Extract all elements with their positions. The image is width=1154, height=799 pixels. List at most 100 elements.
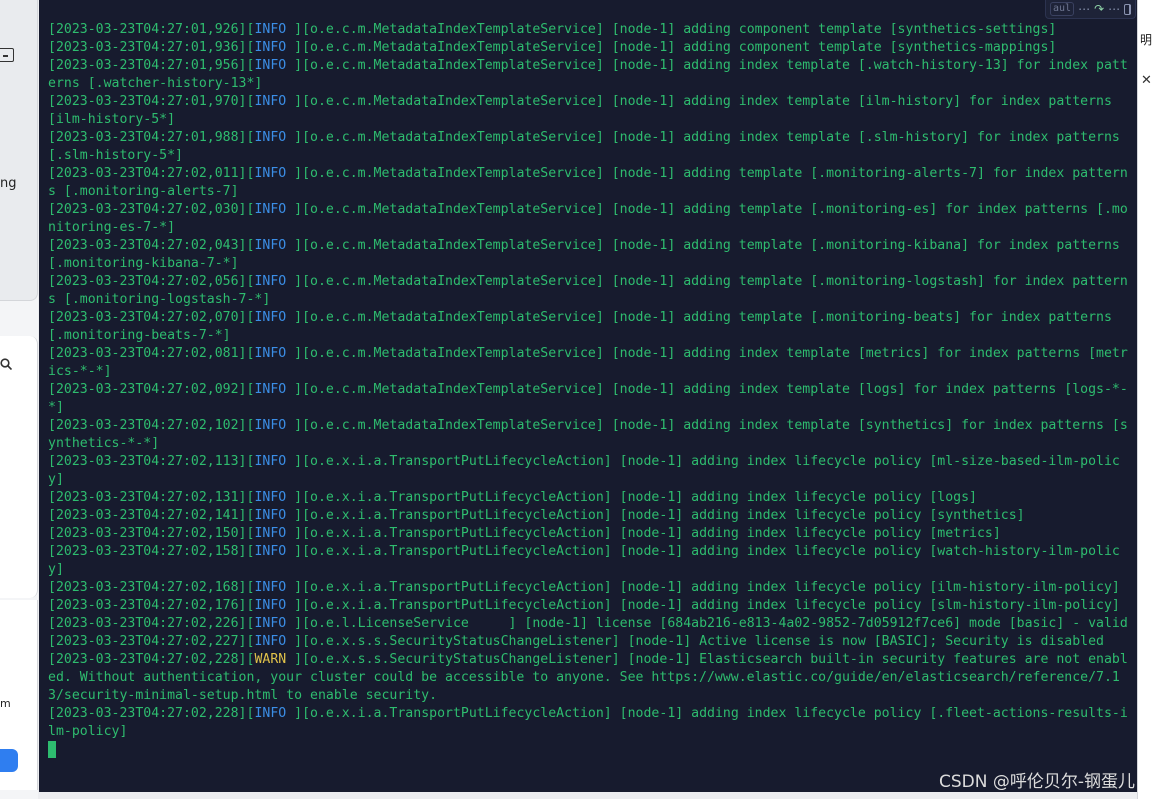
log-timestamp: [2023-03-23T04:27:02,056]	[48, 274, 247, 289]
log-level: INFO	[254, 526, 295, 541]
share-icon[interactable]: ↷	[1094, 3, 1104, 15]
log-timestamp: [2023-03-23T04:27:02,092]	[48, 382, 247, 397]
log-level: INFO	[254, 130, 295, 145]
log-line: [2023-03-23T04:27:01,970][INFO ][o.e.c.m…	[48, 94, 1120, 127]
log-timestamp: [2023-03-23T04:27:02,043]	[48, 238, 247, 253]
search-icon[interactable]	[0, 358, 12, 370]
log-level: INFO	[254, 310, 295, 325]
log-level: INFO	[254, 58, 295, 73]
log-level: INFO	[254, 418, 295, 433]
menu-icon[interactable]: ⋯	[1078, 3, 1090, 15]
right-app-strip	[1137, 0, 1154, 799]
log-message: ][o.e.l.LicenseService ] [node-1] licens…	[294, 616, 1128, 631]
log-message: ][o.e.x.i.a.TransportPutLifecycleAction]…	[294, 526, 1001, 541]
log-line: [2023-03-23T04:27:02,102][INFO ][o.e.c.m…	[48, 418, 1128, 451]
left-panel-top: ng	[0, 0, 38, 301]
log-timestamp: [2023-03-23T04:27:02,176]	[48, 598, 247, 613]
log-line: [2023-03-23T04:27:01,956][INFO ][o.e.c.m…	[48, 58, 1128, 91]
log-level: INFO	[254, 706, 295, 721]
log-timestamp: [2023-03-23T04:27:01,970]	[48, 94, 247, 109]
log-line: [2023-03-23T04:27:02,228][INFO ][o.e.x.i…	[48, 706, 1128, 739]
log-timestamp: [2023-03-23T04:27:02,131]	[48, 490, 247, 505]
log-line: [2023-03-23T04:27:02,081][INFO ][o.e.c.m…	[48, 346, 1128, 379]
log-timestamp: [2023-03-23T04:27:01,926]	[48, 22, 247, 37]
log-level: INFO	[254, 274, 295, 289]
log-level: INFO	[254, 40, 295, 55]
log-line: [2023-03-23T04:27:02,043][INFO ][o.e.c.m…	[48, 238, 1128, 271]
log-level: INFO	[254, 598, 295, 613]
log-message: ][o.e.c.m.MetadataIndexTemplateService] …	[294, 40, 1057, 55]
log-timestamp: [2023-03-23T04:27:02,030]	[48, 202, 247, 217]
terminal-output: [2023-03-23T04:27:01,926][INFO ][o.e.c.m…	[48, 21, 1134, 759]
log-timestamp: [2023-03-23T04:27:02,158]	[48, 544, 247, 559]
log-level: INFO	[254, 202, 295, 217]
close-icon[interactable]: ✕	[1141, 73, 1152, 88]
terminal-toolbar: aul ⋯ ↷ ⋯	[1045, 0, 1136, 19]
log-timestamp: [2023-03-23T04:27:02,141]	[48, 508, 247, 523]
log-line: [2023-03-23T04:27:02,150][INFO ][o.e.x.i…	[48, 526, 1001, 541]
terminal-window[interactable]: [2023-03-23T04:27:01,926][INFO ][o.e.c.m…	[39, 0, 1137, 792]
log-level: INFO	[254, 490, 295, 505]
log-timestamp: [2023-03-23T04:27:02,150]	[48, 526, 247, 541]
log-timestamp: [2023-03-23T04:27:02,102]	[48, 418, 247, 433]
log-level: INFO	[254, 382, 295, 397]
log-line: [2023-03-23T04:27:02,228][WARN ][o.e.x.s…	[48, 652, 1128, 703]
log-timestamp: [2023-03-23T04:27:02,228]	[48, 706, 247, 721]
log-level: INFO	[254, 544, 295, 559]
log-line: [2023-03-23T04:27:02,176][INFO ][o.e.x.i…	[48, 598, 1120, 613]
log-line: [2023-03-23T04:27:02,092][INFO ][o.e.c.m…	[48, 382, 1128, 415]
log-line: [2023-03-23T04:27:02,226][INFO ][o.e.l.L…	[48, 616, 1128, 631]
log-timestamp: [2023-03-23T04:27:02,227]	[48, 634, 247, 649]
log-timestamp: [2023-03-23T04:27:02,070]	[48, 310, 247, 325]
log-level: INFO	[254, 454, 295, 469]
log-level: INFO	[254, 580, 295, 595]
right-panel-fragment-text: 明	[1140, 33, 1153, 47]
log-message: ][o.e.x.i.a.TransportPutLifecycleAction]…	[294, 508, 1025, 523]
log-timestamp: [2023-03-23T04:27:01,988]	[48, 130, 247, 145]
log-timestamp: [2023-03-23T04:27:01,956]	[48, 58, 247, 73]
log-line: [2023-03-23T04:27:01,936][INFO ][o.e.c.m…	[48, 40, 1057, 55]
left-app-strip: ng m	[0, 0, 38, 799]
log-message: ][o.e.x.i.a.TransportPutLifecycleAction]…	[294, 580, 1120, 595]
watermark: CSDN @呼伦贝尔-钢蛋儿	[938, 772, 1135, 792]
left-action-button[interactable]	[0, 749, 18, 772]
log-line: [2023-03-23T04:27:02,113][INFO ][o.e.x.i…	[48, 454, 1120, 487]
toolbar-label[interactable]: aul	[1050, 2, 1075, 16]
more-icon[interactable]: ⋯	[1108, 3, 1120, 15]
log-line: [2023-03-23T04:27:02,131][INFO ][o.e.x.i…	[48, 490, 977, 505]
left-panel-fragment-text-2: m	[0, 697, 11, 710]
log-line: [2023-03-23T04:27:02,030][INFO ][o.e.c.m…	[48, 202, 1128, 235]
log-timestamp: [2023-03-23T04:27:02,228]	[48, 652, 247, 667]
log-level: INFO	[254, 508, 295, 523]
log-message: ][o.e.x.s.s.SecurityStatusChangeListener…	[294, 634, 1104, 649]
log-level: INFO	[254, 238, 295, 253]
left-panel-fragment-text: ng	[0, 176, 17, 191]
log-line: [2023-03-23T04:27:02,158][INFO ][o.e.x.i…	[48, 544, 1120, 577]
log-message: ][o.e.x.i.a.TransportPutLifecycleAction]…	[294, 598, 1120, 613]
terminal-icon[interactable]	[0, 48, 14, 62]
log-level: INFO	[254, 346, 295, 361]
log-timestamp: [2023-03-23T04:27:02,011]	[48, 166, 247, 181]
log-level: INFO	[254, 616, 295, 631]
log-timestamp: [2023-03-23T04:27:02,113]	[48, 454, 247, 469]
log-line: [2023-03-23T04:27:01,926][INFO ][o.e.c.m…	[48, 22, 1057, 37]
log-level: WARN	[254, 652, 295, 667]
log-line: [2023-03-23T04:27:02,011][INFO ][o.e.c.m…	[48, 166, 1128, 199]
left-panel-middle	[0, 336, 38, 598]
log-message: ][o.e.x.i.a.TransportPutLifecycleAction]…	[294, 490, 977, 505]
log-line: [2023-03-23T04:27:02,141][INFO ][o.e.x.i…	[48, 508, 1025, 523]
log-timestamp: [2023-03-23T04:27:01,936]	[48, 40, 247, 55]
log-level: INFO	[254, 166, 295, 181]
log-level: INFO	[254, 634, 295, 649]
log-line: [2023-03-23T04:27:02,227][INFO ][o.e.x.s…	[48, 634, 1104, 649]
log-level: INFO	[254, 22, 295, 37]
log-timestamp: [2023-03-23T04:27:02,168]	[48, 580, 247, 595]
log-line: [2023-03-23T04:27:02,056][INFO ][o.e.c.m…	[48, 274, 1128, 307]
log-message: ][o.e.c.m.MetadataIndexTemplateService] …	[294, 22, 1057, 37]
log-line: [2023-03-23T04:27:02,070][INFO ][o.e.c.m…	[48, 310, 1120, 343]
terminal-cursor	[48, 741, 56, 758]
log-level: INFO	[254, 94, 295, 109]
split-view-icon[interactable]	[1124, 3, 1131, 15]
log-line: [2023-03-23T04:27:01,988][INFO ][o.e.c.m…	[48, 130, 1128, 163]
log-line: [2023-03-23T04:27:02,168][INFO ][o.e.x.i…	[48, 580, 1120, 595]
